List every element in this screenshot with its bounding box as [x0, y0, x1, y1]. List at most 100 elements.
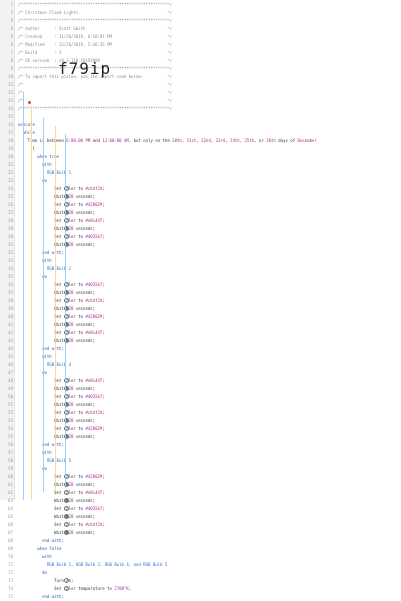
day-value: 21st [186, 138, 197, 143]
action-value: #4035b7 [85, 234, 103, 239]
comment-line: /* */ [18, 90, 173, 95]
code-line: 22 RGB Bulb 1 [0, 169, 401, 177]
action-text: ; [102, 218, 105, 223]
action-icon [64, 578, 69, 583]
code-line: 6 /* Modified : 12/26/2019, 5:46:35 PM */ [0, 41, 401, 49]
action-text: ; [102, 394, 105, 399]
line-number: 14 [8, 106, 13, 111]
device-name: RGB Bulb 2 [18, 266, 71, 271]
code-text: RGB Bulb 1 [18, 169, 71, 177]
code-text: Wait 120 seconds; [18, 193, 95, 201]
line-number: 44 [8, 346, 13, 351]
line-number: 29 [8, 226, 13, 231]
line-number: 35 [8, 274, 13, 279]
day-value: 25th [244, 138, 255, 143]
code-line: 34 RGB Bulb 2 [0, 265, 401, 273]
action-text: seconds; [73, 386, 96, 391]
code-text: when false [18, 545, 61, 553]
code-line: 74 Set color temperature to 2700°K; [0, 585, 401, 593]
action-text: seconds; [73, 338, 96, 343]
action-text: Set color to [54, 330, 86, 335]
line-number: 40 [8, 314, 13, 319]
line-number: 66 [8, 522, 13, 527]
action-text: ; [128, 586, 132, 591]
end-with-keyword: end with; [18, 538, 64, 543]
line-number: 28 [8, 218, 13, 223]
wait-icon [64, 498, 69, 503]
code-line: 39 Wait 120 seconds; [0, 305, 401, 313]
code-line: 26 Set color to #428029; [0, 201, 401, 209]
code-text: Wait 120 seconds; [18, 433, 95, 441]
code-text: /* Author : Scott Smith */ [18, 25, 172, 33]
action-text: seconds; [73, 530, 96, 535]
code-text: end with; [18, 537, 64, 545]
code-line: 64 Set color to #4035b7; [0, 505, 401, 513]
code-line: 60 Set color to #428029; [0, 473, 401, 481]
code-line: 25 Wait 120 seconds; [0, 193, 401, 201]
code-line: 14 /*************************************… [0, 105, 401, 113]
condition-text: Time is between [27, 138, 67, 143]
line-number: 4 [10, 26, 13, 31]
line-number: 58 [8, 458, 13, 463]
wait-icon [64, 514, 69, 519]
code-line: 5 /* Created : 11/20/2019, 6:58:07 PM */ [0, 33, 401, 41]
action-text: Set color to [54, 298, 86, 303]
line-number: 57 [8, 450, 13, 455]
action-value: #428029 [85, 426, 103, 431]
line-number: 12 [8, 90, 13, 95]
action-text: ; [102, 426, 105, 431]
line-number: 26 [8, 202, 13, 207]
action-text: seconds; [73, 210, 96, 215]
code-text: Set color to #cb4f24; [18, 521, 105, 529]
code-text: /* */ [18, 89, 172, 97]
code-text: end with; [18, 345, 64, 353]
action-value: #e8c447 [85, 330, 103, 335]
while-keyword: while [18, 130, 35, 135]
action-text: seconds; [73, 290, 96, 295]
code-text: end with; [18, 593, 64, 601]
code-line: 32 end with; [0, 249, 401, 257]
action-text: Set color to [54, 186, 86, 191]
code-line: 7 /* Build : 3 */ [0, 49, 401, 57]
code-text: Wait 120 seconds; [18, 241, 95, 249]
code-line: 70 with [0, 553, 401, 561]
line-number: 47 [8, 370, 13, 375]
line-number: 15 [8, 114, 13, 119]
line-number: 71 [8, 562, 13, 567]
action-text: seconds; [73, 482, 96, 487]
action-text: ; [102, 378, 105, 383]
code-line: 29 Wait 120 seconds; [0, 225, 401, 233]
action-text: Set color to [54, 234, 86, 239]
code-line: 65 Wait 120 seconds; [0, 513, 401, 521]
line-number: 68 [8, 538, 13, 543]
code-line: 17 while [0, 129, 401, 137]
code-text: RGB Bulb 4 [18, 361, 71, 369]
line-number: 21 [8, 162, 13, 167]
line-number: 48 [8, 378, 13, 383]
end-with-keyword: end with; [18, 442, 64, 447]
code-text: /* Created : 11/20/2019, 6:58:07 PM */ [18, 33, 172, 41]
line-number: 1 [10, 2, 13, 7]
when-true-keyword: when true [18, 154, 59, 159]
indent-guide [31, 106, 32, 500]
code-text: Wait 120 seconds; [18, 225, 95, 233]
code-line: 37 Wait 120 seconds; [0, 289, 401, 297]
line-number: 50 [8, 394, 13, 399]
code-text: when true [18, 153, 59, 161]
code-line: 42 Set color to #e8c447; [0, 329, 401, 337]
code-text: Set color to #4035b7; [18, 505, 105, 513]
action-value: #4035b7 [85, 394, 103, 399]
code-line: 68 end with; [0, 537, 401, 545]
line-number: 55 [8, 434, 13, 439]
code-line: 15 [0, 113, 401, 121]
code-line: 48 Set color to #e8c447; [0, 377, 401, 385]
line-number: 41 [8, 322, 13, 327]
action-value: #cb4f24 [85, 186, 103, 191]
breakpoint-marker[interactable] [28, 101, 31, 104]
device-name: RGB Bulb 4 [18, 362, 71, 367]
line-number: 70 [8, 554, 13, 559]
time-value: 6:00:00 PM [66, 138, 91, 143]
code-text: execute [18, 121, 35, 129]
